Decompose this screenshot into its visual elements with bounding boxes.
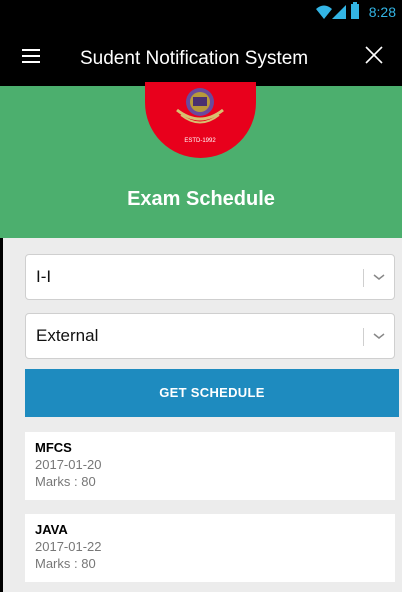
schedule-card[interactable]: JAVA 2017-01-22 Marks : 80 [25,514,395,582]
exam-date: 2017-01-22 [35,539,102,554]
logo-text: ESTD-1992 [184,138,216,144]
dropdown-separator [363,269,364,287]
semester-value: I-I [36,267,52,286]
chevron-down-icon [373,274,385,280]
subject-name: MFCS [35,440,72,455]
page-title: Exam Schedule [127,188,275,210]
status-time: 8:28 [368,4,396,20]
hero-banner: ESTD-1992 Exam Schedule [0,82,402,238]
app-title: Sudent Notification System [80,48,309,69]
battery-icon [351,2,359,19]
app-bar: Sudent Notification System [0,24,402,86]
get-schedule-button[interactable]: GET SCHEDULE [25,369,399,417]
dropdown-separator [363,328,364,346]
status-bar: 8:28 [0,0,402,24]
exam-marks: Marks : 80 [35,556,96,571]
close-icon[interactable] [364,45,384,65]
exam-date: 2017-01-20 [35,457,102,472]
exam-type-select[interactable]: External [25,313,395,359]
hamburger-icon[interactable] [22,49,40,63]
exam-type-value: External [36,326,99,345]
subject-name: JAVA [35,522,68,537]
exam-marks: Marks : 80 [35,474,96,489]
chevron-down-icon [373,333,385,339]
logo-emblem-icon: ESTD-1992 [176,88,224,144]
college-logo: ESTD-1992 [145,82,256,158]
semester-select[interactable]: I-I [25,254,395,300]
wifi-icon [316,5,332,19]
signal-icon [332,5,346,19]
schedule-card[interactable]: MFCS 2017-01-20 Marks : 80 [25,432,395,500]
